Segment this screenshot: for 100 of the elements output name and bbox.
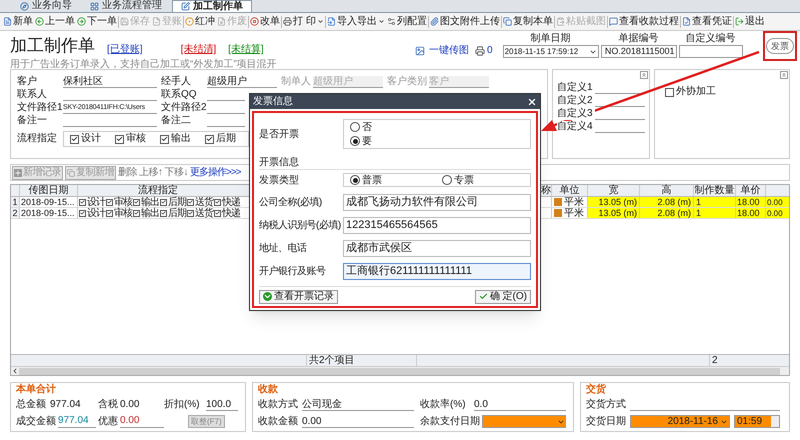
checkbox-label: 审核 <box>114 208 132 218</box>
field-label: 自定义3 <box>557 108 595 120</box>
checkbox[interactable] <box>205 134 214 144</box>
field-label: 自定义1 <box>557 82 595 94</box>
table-cell: 13.05 (m) <box>587 197 639 207</box>
toolbar-button[interactable]: 下一单 <box>76 14 118 30</box>
field-label: 联系QQ <box>161 89 198 101</box>
radio-button[interactable] <box>442 175 452 185</box>
field-label: 备注一 <box>17 115 48 127</box>
checkbox-label: 送货 <box>195 208 213 218</box>
time-spinner[interactable]: 01:59 <box>734 415 780 428</box>
text-field[interactable]: 0.00 <box>302 416 414 428</box>
checkbox[interactable] <box>70 134 79 144</box>
status-link[interactable]: [已登账] <box>107 44 143 56</box>
input-field[interactable]: 122315465564565 <box>343 217 531 234</box>
field-label: 制单人 <box>281 76 312 88</box>
field-label: 地址、电话 <box>259 242 308 256</box>
checkbox[interactable] <box>160 198 167 206</box>
table-cell: 2.08 (m) <box>639 208 693 218</box>
toolbar-button[interactable]: 改单 <box>249 14 281 30</box>
checkbox[interactable] <box>160 134 169 144</box>
more-link[interactable]: 更多操作>>> <box>190 166 241 178</box>
table-cell: 13.05 (m) <box>587 208 639 218</box>
checkbox[interactable] <box>133 210 140 216</box>
toolbar-button[interactable]: 新单 <box>2 14 34 30</box>
plus-icon <box>14 168 22 176</box>
checkbox[interactable] <box>106 198 113 206</box>
number-field[interactable]: NO.20181115001 <box>600 45 677 58</box>
discount-amount: 0.00 <box>120 415 164 428</box>
date-dropdown[interactable]: 2018-11-16 <box>630 415 730 428</box>
date-field[interactable]: 2018-11-15 17:59:12 <box>502 45 599 58</box>
toolbar-button[interactable]: 打 印 <box>282 14 325 30</box>
field-label: 成交金额 <box>16 416 57 428</box>
status-link[interactable]: [未结算] <box>228 44 264 56</box>
confirm-button[interactable]: 确 定(O) <box>474 290 531 304</box>
toolbar-button[interactable]: 上一单 <box>34 14 76 30</box>
field-label: 发票类型 <box>259 174 300 188</box>
checkbox[interactable] <box>106 210 113 216</box>
field-label: 是否开票 <box>259 128 300 142</box>
checkbox[interactable] <box>133 198 140 206</box>
field-label: 收款金额 <box>258 416 299 428</box>
custom-number-field[interactable] <box>678 45 743 58</box>
printer-icon <box>475 46 485 56</box>
radio-button[interactable] <box>350 136 360 146</box>
action-link[interactable]: 上移↑ <box>139 166 162 178</box>
input-field[interactable]: 工商银行621111111111111 <box>343 263 531 280</box>
status-link[interactable]: [未结清] <box>180 44 216 56</box>
column-header: 单位 <box>551 185 587 196</box>
upload-image-link[interactable]: 一键传图 <box>415 45 469 57</box>
radio-button[interactable] <box>350 122 360 132</box>
table-cell: 18.00 <box>735 208 765 218</box>
input-field[interactable]: 成都飞扬动力软件有限公司 <box>343 194 531 211</box>
table-cell: 18.00 <box>735 197 765 207</box>
toolbar-button[interactable]: 查看收款过程 <box>608 14 680 30</box>
tab[interactable]: 业务向导 <box>12 0 80 12</box>
field-label: 折扣(%) <box>164 399 201 411</box>
settings-icon <box>386 17 396 26</box>
radio-button[interactable] <box>350 175 360 185</box>
exit-icon <box>734 17 744 26</box>
checkbox[interactable] <box>187 210 194 216</box>
toolbar-button[interactable]: 红冲 <box>184 14 216 30</box>
tab[interactable]: 加工制作单 <box>172 0 252 12</box>
collapse-icon <box>780 71 788 79</box>
checkbox-label: 外协加工 <box>676 86 716 98</box>
checkbox[interactable] <box>214 198 221 206</box>
toolbar-button[interactable]: 查看凭证 <box>680 14 733 30</box>
checkbox[interactable] <box>187 198 194 206</box>
column-header: 制作数量 <box>693 185 735 196</box>
checkbox[interactable] <box>214 210 221 216</box>
text-field[interactable]: 0.0 <box>474 399 566 411</box>
toolbar-button[interactable]: 图文附件上传 <box>428 14 501 30</box>
toolbar-button[interactable]: 列配置 <box>386 14 428 30</box>
section-title: 本单合计 <box>16 384 57 395</box>
field-label: 自定义4 <box>557 121 595 133</box>
checkbox[interactable] <box>665 88 674 96</box>
invoice-stamp-button[interactable]: 发票 <box>763 31 797 61</box>
text-field[interactable]: 保利社区 <box>63 76 157 88</box>
chat-icon <box>608 17 618 26</box>
text-field[interactable]: 100.0 <box>206 399 238 411</box>
toolbar-button[interactable]: 复制本单 <box>502 14 554 30</box>
subtitle: 用于广告业务订单录入，支持自己加工或“外发加工”项目混开 <box>10 59 278 71</box>
tax-amount: 0.00 <box>120 399 140 411</box>
dialog-title: 发票信息 <box>253 96 293 108</box>
field-label: 制单日期 <box>530 33 571 45</box>
action-link[interactable]: 删除 <box>118 166 137 178</box>
toolbar-button[interactable]: 导入导出 <box>326 14 386 30</box>
text-field[interactable]: 公司现金 <box>302 399 414 411</box>
target-icon <box>185 17 194 26</box>
table-cell: 0.00 <box>765 197 789 207</box>
checkbox[interactable] <box>115 134 124 144</box>
checkbox[interactable] <box>79 210 86 216</box>
checkbox[interactable] <box>79 198 86 206</box>
row-number: 2 <box>11 208 20 218</box>
input-field[interactable]: 成都市武侯区 <box>343 240 531 257</box>
history-button[interactable]: 查看开票记录 <box>259 290 338 304</box>
action-link[interactable]: 下移↓ <box>164 166 188 178</box>
horizontal-scrollbar[interactable] <box>11 366 789 375</box>
toolbar-button[interactable]: 退出 <box>734 14 766 30</box>
field-label: 自定义编号 <box>686 33 736 45</box>
checkbox[interactable] <box>160 210 167 216</box>
